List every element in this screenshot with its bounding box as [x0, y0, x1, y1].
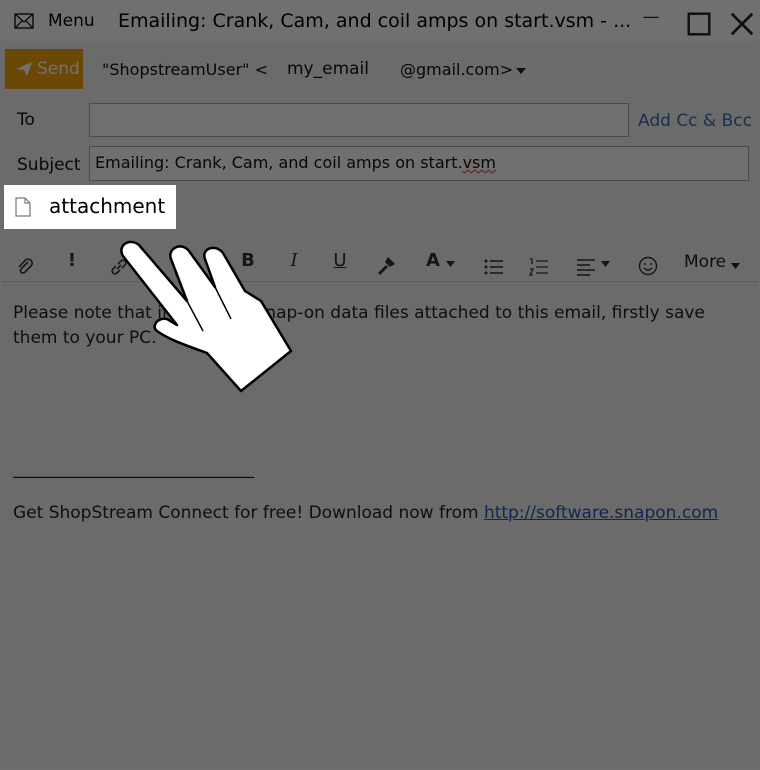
- body-line: them to your PC.: [13, 328, 157, 348]
- signature-line: Get ShopStream Connect for free! Downloa…: [13, 501, 718, 526]
- message-body[interactable]: Please note that if you view Snap-on dat…: [13, 301, 743, 351]
- send-label: Send: [37, 59, 80, 79]
- add-cc-bcc-link[interactable]: Add Cc & Bcc: [638, 111, 752, 131]
- subject-text: Emailing: Crank, Cam, and coil amps on s…: [95, 153, 463, 172]
- underline-button[interactable]: U: [332, 245, 348, 277]
- format-toolbar: ! B I U A More: [1, 241, 759, 282]
- title-bar: Menu Emailing: Crank, Cam, and coil amps…: [1, 1, 759, 41]
- menu-button[interactable]: Menu: [48, 11, 95, 31]
- subject-field[interactable]: Emailing: Crank, Cam, and coil amps on s…: [89, 146, 749, 181]
- signature-separator: ________________________________: [13, 459, 254, 479]
- decrease-indent-icon[interactable]: [173, 251, 193, 283]
- link-icon[interactable]: [109, 251, 129, 283]
- from-domain[interactable]: @gmail.com>: [400, 60, 513, 79]
- paperclip-icon[interactable]: [15, 251, 35, 283]
- bullet-list-icon[interactable]: [484, 251, 504, 283]
- chevron-down-icon[interactable]: [516, 68, 526, 74]
- numbered-list-icon[interactable]: [529, 251, 549, 283]
- signature-text: Get ShopStream Connect for free! Downloa…: [13, 503, 484, 523]
- attachment-chip[interactable]: attachment: [4, 185, 176, 229]
- font-color-button[interactable]: A: [423, 245, 443, 277]
- chevron-down-icon[interactable]: [731, 263, 740, 269]
- chevron-down-icon[interactable]: [446, 261, 455, 267]
- format-painter-icon[interactable]: [375, 250, 397, 282]
- paper-plane-icon: [16, 62, 32, 76]
- to-field[interactable]: [89, 103, 629, 137]
- document-icon: [15, 197, 31, 217]
- importance-button[interactable]: !: [65, 245, 79, 277]
- close-icon[interactable]: [730, 12, 754, 36]
- subject-extension: vsm: [462, 153, 496, 172]
- minimize-icon[interactable]: —: [639, 7, 663, 31]
- bold-button[interactable]: B: [241, 245, 255, 277]
- mail-compose-window: Menu Emailing: Crank, Cam, and coil amps…: [0, 0, 760, 770]
- window-title: Emailing: Crank, Cam, and coil amps on s…: [118, 10, 632, 32]
- software-link[interactable]: http://software.snapon.com: [484, 503, 718, 523]
- from-user: my_email: [287, 59, 370, 79]
- maximize-icon[interactable]: [687, 12, 711, 36]
- to-label: To: [17, 110, 35, 130]
- chevron-down-icon[interactable]: [601, 261, 610, 267]
- mail-icon[interactable]: [14, 13, 34, 29]
- more-button[interactable]: More: [684, 252, 726, 272]
- subject-label: Subject: [17, 155, 81, 175]
- attachment-label: attachment: [49, 194, 166, 218]
- emoji-icon[interactable]: [638, 250, 658, 282]
- send-button[interactable]: Send: [5, 49, 83, 89]
- italic-button[interactable]: I: [288, 245, 300, 277]
- align-icon[interactable]: [576, 251, 596, 283]
- body-line: Please note that if you view Snap-on dat…: [13, 303, 705, 323]
- from-name: "ShopstreamUser" <: [102, 60, 268, 79]
